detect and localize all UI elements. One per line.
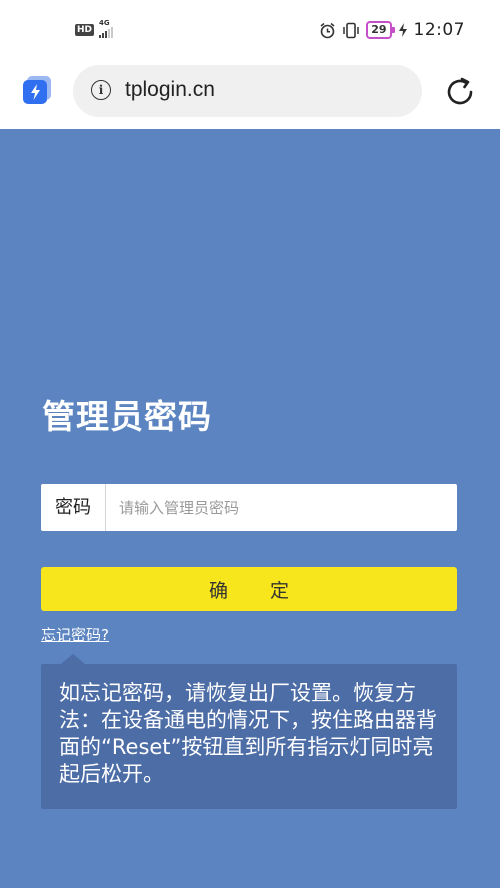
battery-indicator: 29 [366, 21, 395, 39]
reset-tip-box: 如忘记密码，请恢复出厂设置。恢复方法：在设备通电的情况下，按住路由器背面的“Re… [41, 654, 457, 809]
url-text[interactable]: tplogin.cn [125, 78, 215, 102]
signal-icon: 4G [99, 19, 125, 38]
info-icon[interactable]: i [91, 80, 111, 100]
confirm-button[interactable]: 确 定 [41, 567, 457, 611]
password-row: 密码 [41, 484, 457, 531]
vibrate-icon [343, 22, 359, 38]
clock: 12:07 [413, 20, 465, 40]
charging-icon [398, 23, 407, 37]
status-left: HD 4G [75, 19, 125, 38]
address-bar[interactable]: i tplogin.cn [73, 65, 422, 117]
reload-icon[interactable] [442, 74, 478, 110]
browser-toolbar: i tplogin.cn [0, 60, 500, 129]
reset-tip-text: 如忘记密码，请恢复出厂设置。恢复方法：在设备通电的情况下，按住路由器背面的“Re… [59, 681, 437, 786]
alarm-icon [320, 22, 335, 38]
password-input[interactable] [107, 484, 453, 531]
status-right: 29 12:07 [319, 20, 465, 40]
password-label: 密码 [41, 484, 106, 531]
status-bar: HD 4G 29 12:07 [0, 0, 500, 60]
forgot-password-link[interactable]: 忘记密码? [41, 624, 109, 645]
page-title: 管理员密码 [42, 397, 212, 436]
network-type: 4G [99, 19, 110, 27]
app-icon[interactable] [23, 76, 51, 104]
hd-badge: HD [75, 24, 95, 36]
